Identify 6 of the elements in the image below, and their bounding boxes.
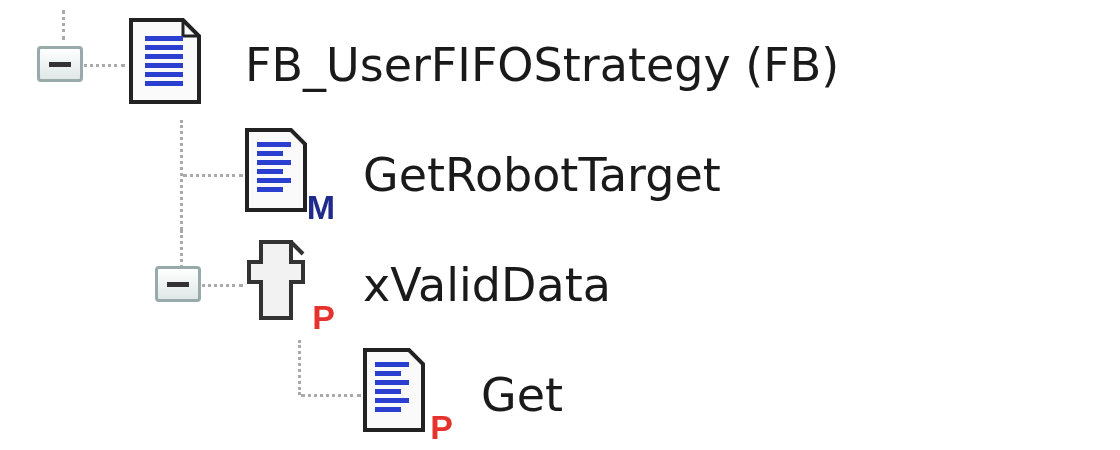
tree-item[interactable]: FB_UserFIFOStrategy (FB) <box>245 38 840 92</box>
collapse-icon[interactable] <box>37 46 83 82</box>
collapse-icon[interactable] <box>155 266 201 302</box>
tree-item[interactable]: Get <box>481 368 563 422</box>
tree-item[interactable]: GetRobotTarget <box>363 148 721 202</box>
tree-item[interactable]: xValidData <box>363 258 611 312</box>
